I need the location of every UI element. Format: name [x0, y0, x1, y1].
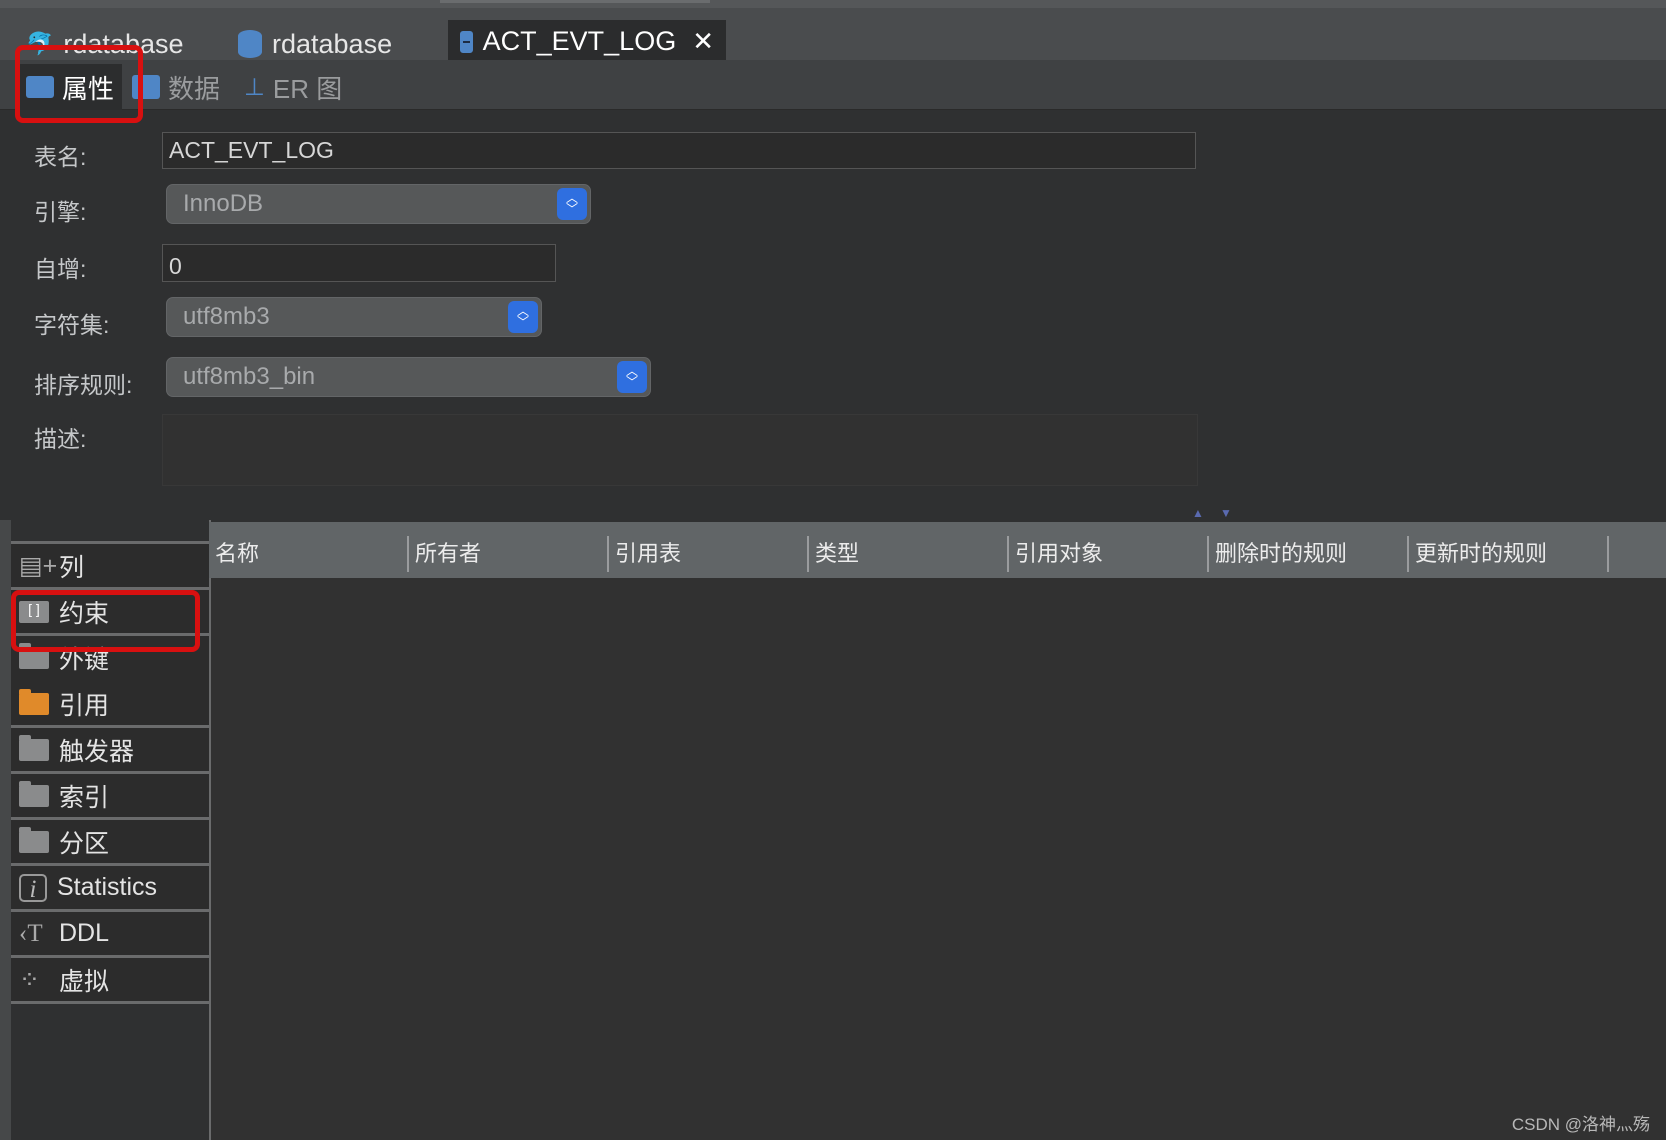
description-textarea[interactable] [162, 414, 1198, 486]
sidebar-item-ddl[interactable]: ‹T DDL [11, 909, 209, 955]
sidebar-item-foreign-keys[interactable]: 外键 [11, 633, 209, 679]
folder-icon [19, 688, 49, 715]
sidebar-item-label: 分区 [59, 829, 110, 858]
sidebar-item-indexes[interactable]: 索引 [11, 771, 209, 817]
subtab-data[interactable]: 数据 [124, 64, 228, 110]
editor-tab-bar: 🐬 rdatabase rdatabase ACT_EVT_LOG ✕ [0, 0, 1666, 68]
splitter-down-icon[interactable]: ▼ [1220, 506, 1232, 520]
column-header[interactable]: 更新时的规则 [1409, 536, 1609, 572]
table-name-input[interactable]: ACT_EVT_LOG [162, 132, 1196, 169]
chevron-up-down-icon: ︿ ﹀ [557, 188, 587, 220]
sidebar-item-label: 约束 [59, 599, 110, 628]
tab-label: ACT_EVT_LOG [482, 26, 677, 56]
sidebar-item-label: 外键 [59, 645, 110, 674]
subtab-label: 数据 [168, 73, 221, 104]
splitter-up-icon[interactable]: ▲ [1192, 506, 1204, 520]
description-label: 描述: [34, 426, 87, 452]
charset-label: 字符集: [34, 312, 110, 338]
tab-label: rdatabase [63, 28, 184, 59]
folder-icon [19, 642, 49, 669]
database-icon [238, 30, 262, 58]
watermark: CSDN @洛神灬殇 [1511, 1115, 1650, 1134]
sidebar-item-partitions[interactable]: 分区 [11, 817, 209, 863]
select-value: InnoDB [183, 190, 264, 217]
charset-select[interactable]: utf8mb3 ︿ ﹀ [166, 297, 542, 337]
close-icon[interactable]: ✕ [692, 26, 714, 57]
editor-subtab-bar: 属性 数据 ⊥ ER 图 [0, 60, 1666, 110]
engine-label: 引擎: [34, 199, 87, 225]
sidebar-item-virtual[interactable]: ⁘ 虚拟 [11, 955, 209, 1004]
folder-icon [19, 734, 49, 761]
sidebar-item-label: DDL [59, 919, 110, 947]
sidebar-edge [0, 520, 11, 1140]
table-name-label: 表名: [34, 144, 87, 170]
table-icon [460, 30, 473, 53]
auto-increment-input[interactable]: 0 [162, 244, 556, 282]
collation-select[interactable]: utf8mb3_bin ︿ ﹀ [166, 357, 651, 397]
references-table-header: 名称 所有者 引用表 类型 引用对象 删除时的规则 更新时的规则 [209, 522, 1666, 578]
divider [440, 0, 710, 3]
column-header[interactable]: 所有者 [409, 536, 609, 572]
sidebar-item-references[interactable]: 引用 [11, 679, 209, 725]
subtab-label: 属性 [62, 73, 115, 104]
sidebar-item-columns[interactable]: ▤+ 列 [11, 541, 209, 587]
column-header[interactable]: 名称 [209, 536, 409, 572]
folder-icon [19, 826, 49, 853]
mysql-icon: 🐬 [26, 31, 54, 56]
sidebar-item-label: 触发器 [59, 737, 135, 766]
virtual-icon: ⁘ [19, 965, 40, 994]
subtab-label: ER 图 [272, 73, 343, 104]
tab-label: rdatabase [272, 28, 393, 59]
collation-label: 排序规则: [34, 372, 133, 398]
column-header[interactable]: 引用对象 [1009, 536, 1209, 572]
ddl-icon: ‹T [19, 919, 43, 947]
columns-add-icon: ▤+ [19, 551, 58, 580]
select-value: utf8mb3_bin [183, 363, 316, 390]
subtab-er-diagram[interactable]: ⊥ ER 图 [236, 64, 350, 110]
subtab-properties[interactable]: 属性 [18, 64, 122, 110]
constraint-icon: [ ] [19, 600, 49, 623]
column-header[interactable]: 删除时的规则 [1209, 536, 1409, 572]
column-header[interactable]: 引用表 [609, 536, 809, 572]
select-value: utf8mb3 [183, 303, 270, 330]
sidebar-item-label: 索引 [59, 783, 110, 812]
sidebar-item-triggers[interactable]: 触发器 [11, 725, 209, 771]
sidebar-item-label: 虚拟 [59, 967, 110, 996]
column-header[interactable]: 类型 [809, 536, 1009, 572]
sidebar-item-label: Statistics [57, 873, 158, 901]
sidebar-item-label: 列 [59, 553, 85, 582]
sidebar-item-statistics[interactable]: i Statistics [11, 863, 209, 909]
sidebar-item-label: 引用 [59, 691, 110, 720]
chevron-up-down-icon: ︿ ﹀ [617, 361, 647, 393]
folder-icon [19, 780, 49, 807]
chevron-up-down-icon: ︿ ﹀ [508, 301, 538, 333]
table-data-icon [132, 75, 160, 99]
er-diagram-icon: ⊥ [244, 73, 265, 101]
engine-select[interactable]: InnoDB ︿ ﹀ [166, 184, 591, 224]
auto-increment-label: 自增: [34, 256, 87, 282]
sidebar-item-constraints[interactable]: [ ] 约束 [11, 587, 209, 633]
info-icon: i [19, 873, 47, 903]
table-icon [26, 76, 54, 98]
references-table-body [211, 578, 1666, 1140]
